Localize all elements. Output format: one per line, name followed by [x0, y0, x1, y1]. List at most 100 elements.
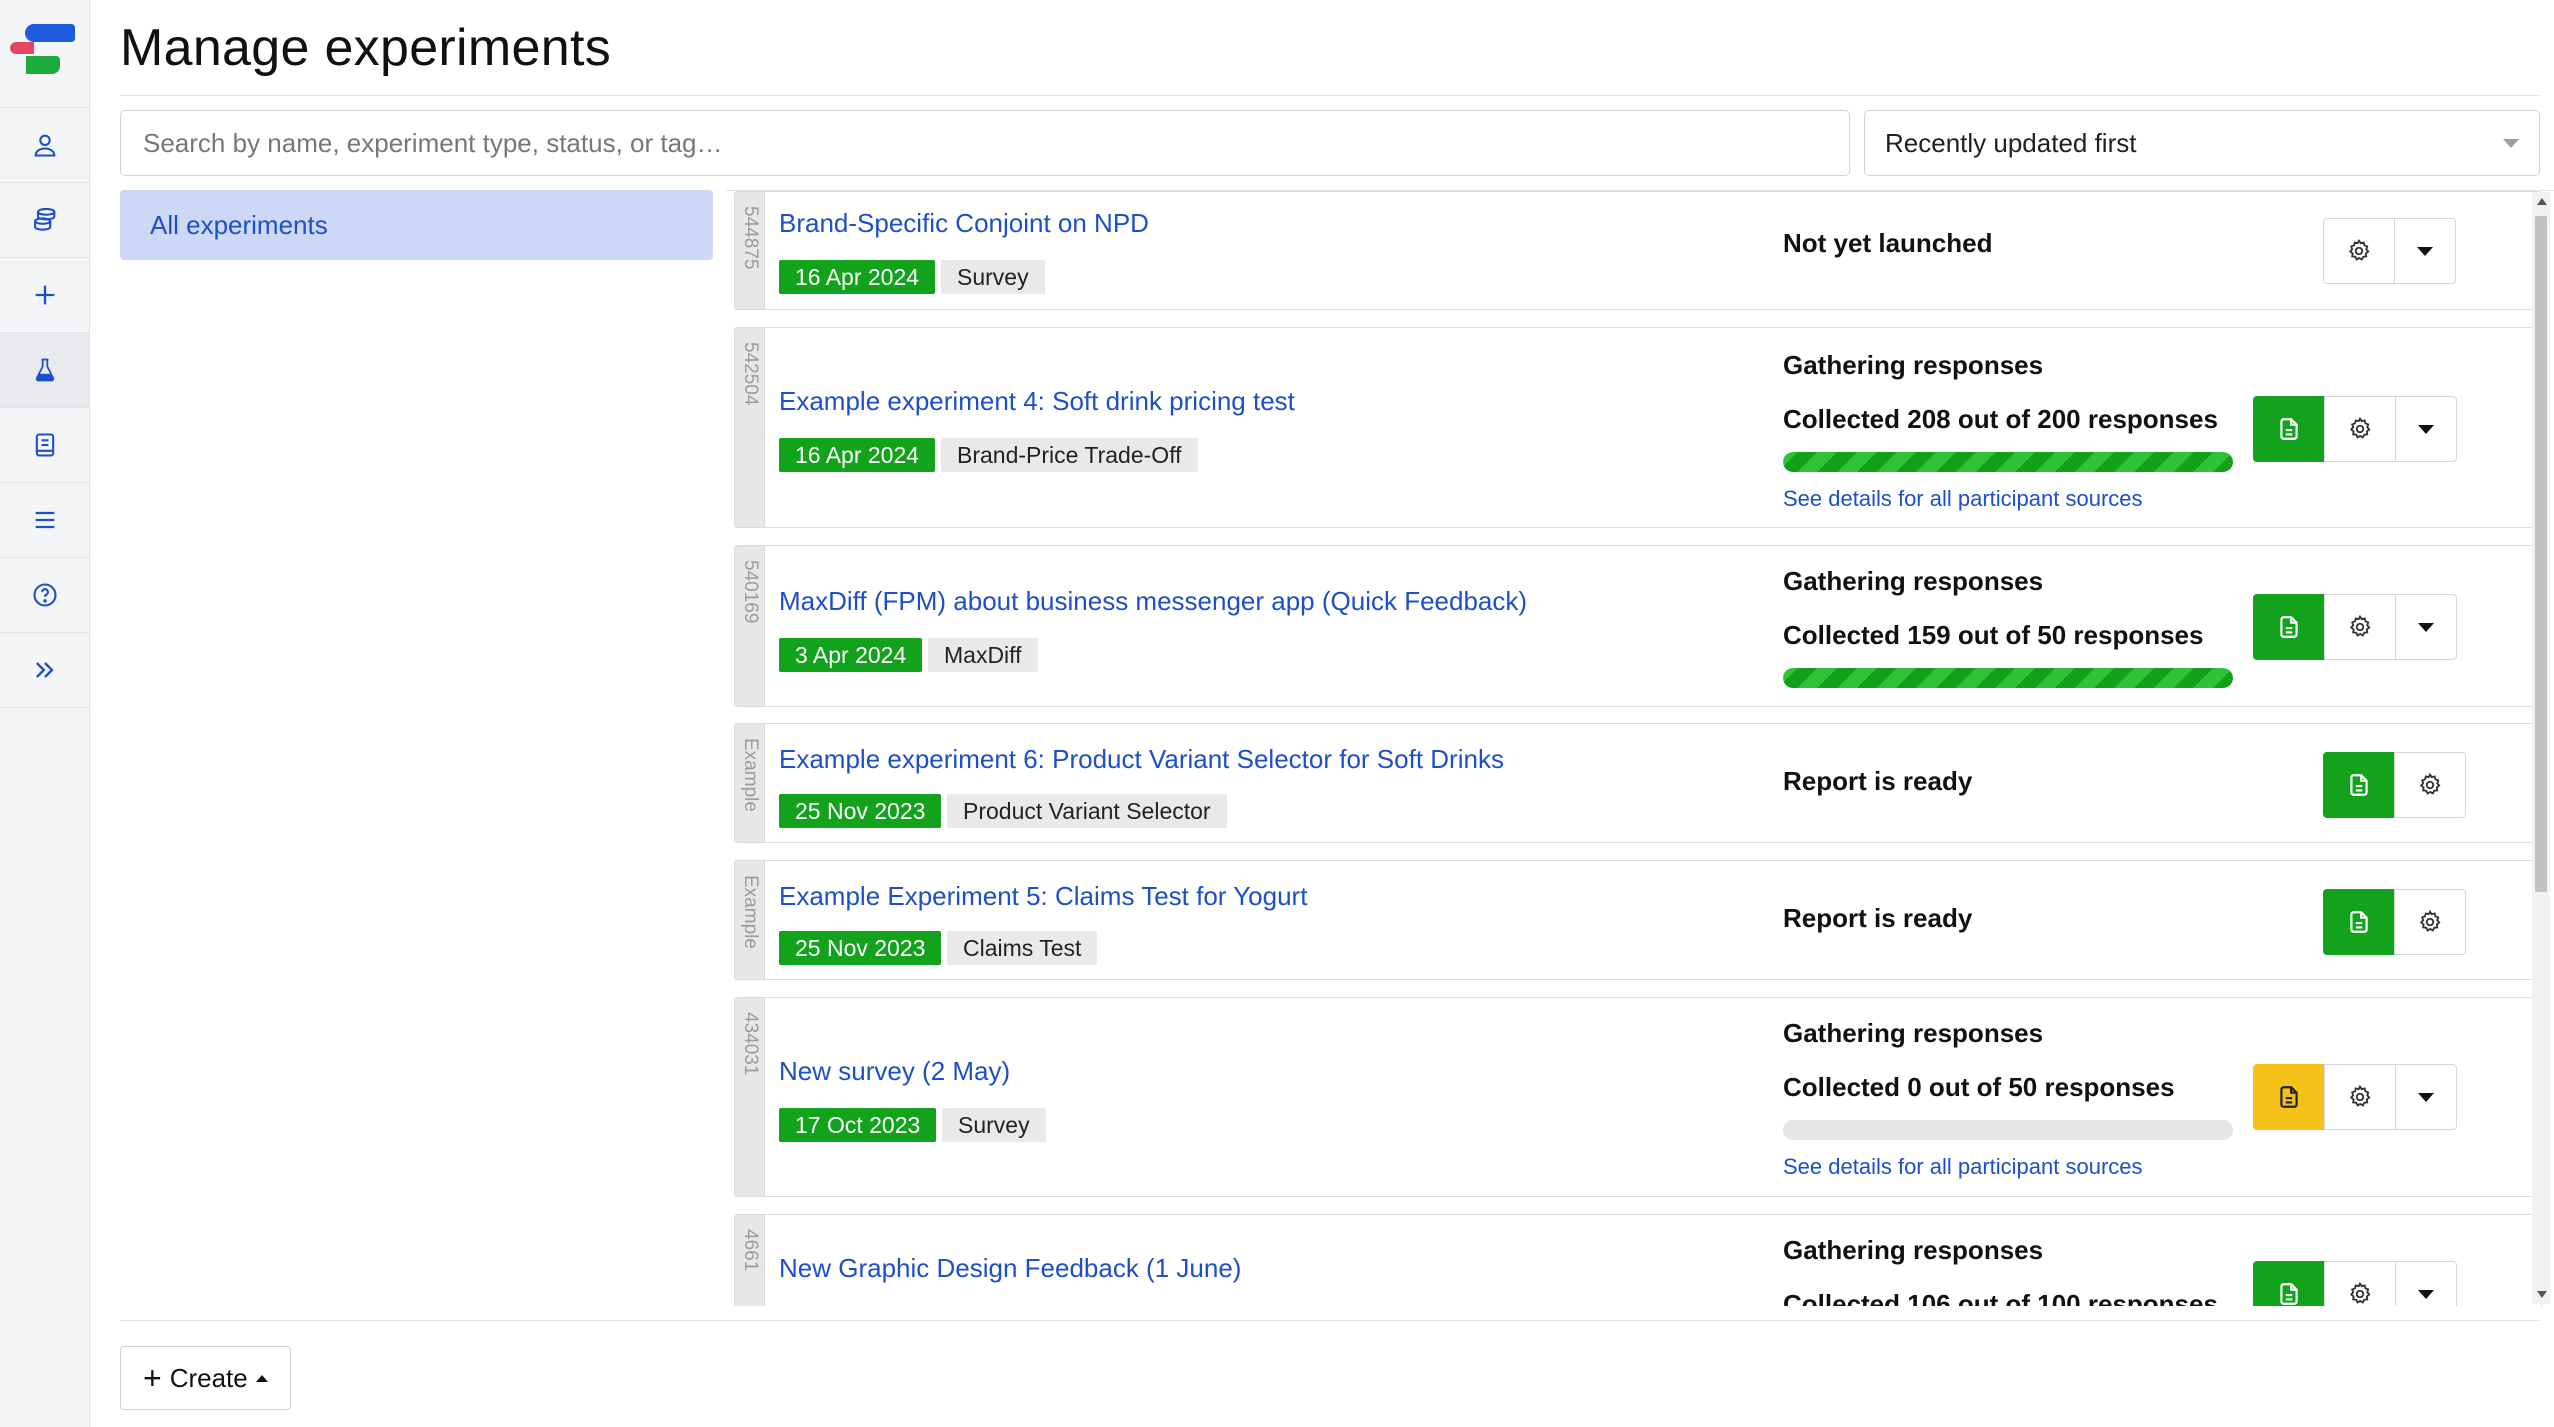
more-actions-dropdown[interactable]	[2395, 396, 2457, 462]
status-text: Gathering responses	[1783, 350, 2044, 380]
experiment-id: 4661	[740, 1229, 761, 1272]
date-tag: 25 Nov 2023	[779, 931, 942, 965]
filter-all-experiments[interactable]: All experiments	[120, 190, 713, 260]
document-icon	[2276, 416, 2302, 442]
type-tag: Survey	[941, 260, 1045, 294]
scroll-thumb[interactable]	[2535, 216, 2547, 892]
notebook-icon[interactable]	[0, 408, 89, 483]
experiment-id-strip: 544875	[735, 192, 765, 309]
report-button[interactable]	[2323, 752, 2395, 818]
report-button[interactable]	[2253, 594, 2325, 660]
scroll-down-arrow[interactable]	[2537, 1291, 2547, 1298]
collected-count: Collected 159 out of 50 responses	[1783, 620, 2204, 650]
experiment-id: 544875	[740, 206, 761, 270]
sort-select[interactable]: Recently updated first	[1864, 110, 2540, 176]
experiment-id-strip: 540169	[735, 546, 765, 706]
more-actions-dropdown[interactable]	[2394, 218, 2456, 284]
status-text: Report is ready	[1783, 766, 1973, 796]
settings-button[interactable]	[2324, 594, 2396, 660]
experiment-card: 540169 MaxDiff (FPM) about business messe…	[734, 545, 2542, 707]
type-tag: Product Variant Selector	[947, 794, 1227, 828]
caret-down-icon	[2418, 1092, 2434, 1102]
experiment-id-strip: Example	[735, 861, 765, 979]
experiment-name-link[interactable]: MaxDiff (FPM) about business messenger a…	[779, 586, 1527, 617]
gear-icon	[2417, 772, 2443, 798]
settings-button[interactable]	[2394, 889, 2466, 955]
more-actions-dropdown[interactable]	[2395, 594, 2457, 660]
caret-down-icon	[2418, 622, 2434, 632]
document-icon	[2276, 1281, 2302, 1306]
experiment-actions	[2253, 1261, 2457, 1306]
type-tag: Survey	[942, 1108, 1046, 1142]
experiment-name-link[interactable]: Example experiment 6: Product Variant Se…	[779, 744, 1504, 775]
experiment-name-link[interactable]: Brand-Specific Conjoint on NPD	[779, 208, 1149, 239]
status-text: Gathering responses	[1783, 566, 2044, 596]
menu-icon[interactable]	[0, 483, 89, 558]
plus-icon[interactable]	[0, 258, 89, 333]
create-button-label: Create	[169, 1362, 248, 1393]
expand-icon[interactable]	[0, 633, 89, 708]
flask-icon[interactable]	[0, 333, 89, 408]
document-icon	[2346, 909, 2372, 935]
experiment-name-link[interactable]: Example experiment 4: Soft drink pricing…	[779, 386, 1295, 417]
app-logo[interactable]	[0, 0, 89, 108]
experiment-id-strip: 434031	[735, 998, 765, 1196]
report-button[interactable]	[2253, 396, 2325, 462]
type-tag: Brand-Price Trade-Off	[941, 438, 1198, 472]
experiment-actions	[2253, 594, 2457, 660]
report-button[interactable]	[2253, 1261, 2325, 1306]
experiment-id: Example	[740, 875, 761, 949]
gear-icon	[2347, 1084, 2373, 1110]
experiment-name-link[interactable]: New Graphic Design Feedback (1 June)	[779, 1253, 1241, 1284]
experiment-name-link[interactable]: Example Experiment 5: Claims Test for Yo…	[779, 881, 1307, 912]
gear-icon	[2347, 1281, 2373, 1306]
help-icon[interactable]	[0, 558, 89, 633]
database-icon[interactable]	[0, 183, 89, 258]
report-button[interactable]	[2323, 889, 2395, 955]
gear-icon	[2347, 614, 2373, 640]
collected-count: Collected 208 out of 200 responses	[1783, 404, 2218, 434]
participant-sources-link[interactable]: See details for all participant sources	[1783, 486, 2143, 512]
create-button[interactable]: + Create	[120, 1346, 291, 1410]
experiment-card: 434031 New survey (2 May) 17 Oct 2023 Surve…	[734, 997, 2542, 1197]
more-actions-dropdown[interactable]	[2395, 1261, 2457, 1306]
more-actions-dropdown[interactable]	[2395, 1064, 2457, 1130]
report-button[interactable]	[2253, 1064, 2325, 1130]
experiment-actions	[2323, 218, 2456, 284]
plus-icon: +	[143, 1360, 162, 1396]
settings-button[interactable]	[2324, 1064, 2396, 1130]
settings-button[interactable]	[2324, 1261, 2396, 1306]
search-input[interactable]	[120, 110, 1850, 176]
settings-button[interactable]	[2324, 396, 2396, 462]
date-tag: 16 Apr 2024	[779, 260, 936, 294]
progress-fill	[1783, 668, 2233, 688]
page-title: Manage experiments	[120, 19, 611, 77]
collected-count: Collected 0 out of 50 responses	[1783, 1072, 2175, 1102]
experiment-id: 540169	[740, 560, 761, 624]
experiment-actions	[2323, 752, 2466, 818]
icon-rail	[0, 0, 90, 1427]
date-tag: 3 Apr 2024	[779, 638, 923, 672]
settings-button[interactable]	[2323, 218, 2395, 284]
experiment-card: 4661 New Graphic Design Feedback (1 June)…	[734, 1214, 2542, 1306]
list-scrollbar[interactable]	[2532, 192, 2550, 1304]
user-icon[interactable]	[0, 108, 89, 183]
scroll-up-arrow[interactable]	[2537, 198, 2547, 205]
type-tag: MaxDiff	[928, 638, 1038, 672]
response-progress-bar	[1783, 668, 2233, 688]
experiment-name-link[interactable]: New survey (2 May)	[779, 1056, 1010, 1087]
experiment-card: Example Example Experiment 5: Claims Test…	[734, 860, 2542, 980]
chevron-down-icon	[2503, 138, 2519, 148]
experiment-actions	[2253, 1064, 2457, 1130]
date-tag: 25 Nov 2023	[779, 794, 942, 828]
status-text: Not yet launched	[1783, 228, 1993, 258]
experiment-id-strip: 4661	[735, 1215, 765, 1306]
experiment-id: 434031	[740, 1012, 761, 1076]
caret-up-icon	[255, 1374, 268, 1382]
gear-icon	[2347, 416, 2373, 442]
status-text: Gathering responses	[1783, 1235, 2044, 1265]
bottom-divider	[120, 1320, 2540, 1321]
settings-button[interactable]	[2394, 752, 2466, 818]
participant-sources-link[interactable]: See details for all participant sources	[1783, 1154, 2143, 1180]
collected-count: Collected 106 out of 100 responses	[1783, 1289, 2218, 1306]
